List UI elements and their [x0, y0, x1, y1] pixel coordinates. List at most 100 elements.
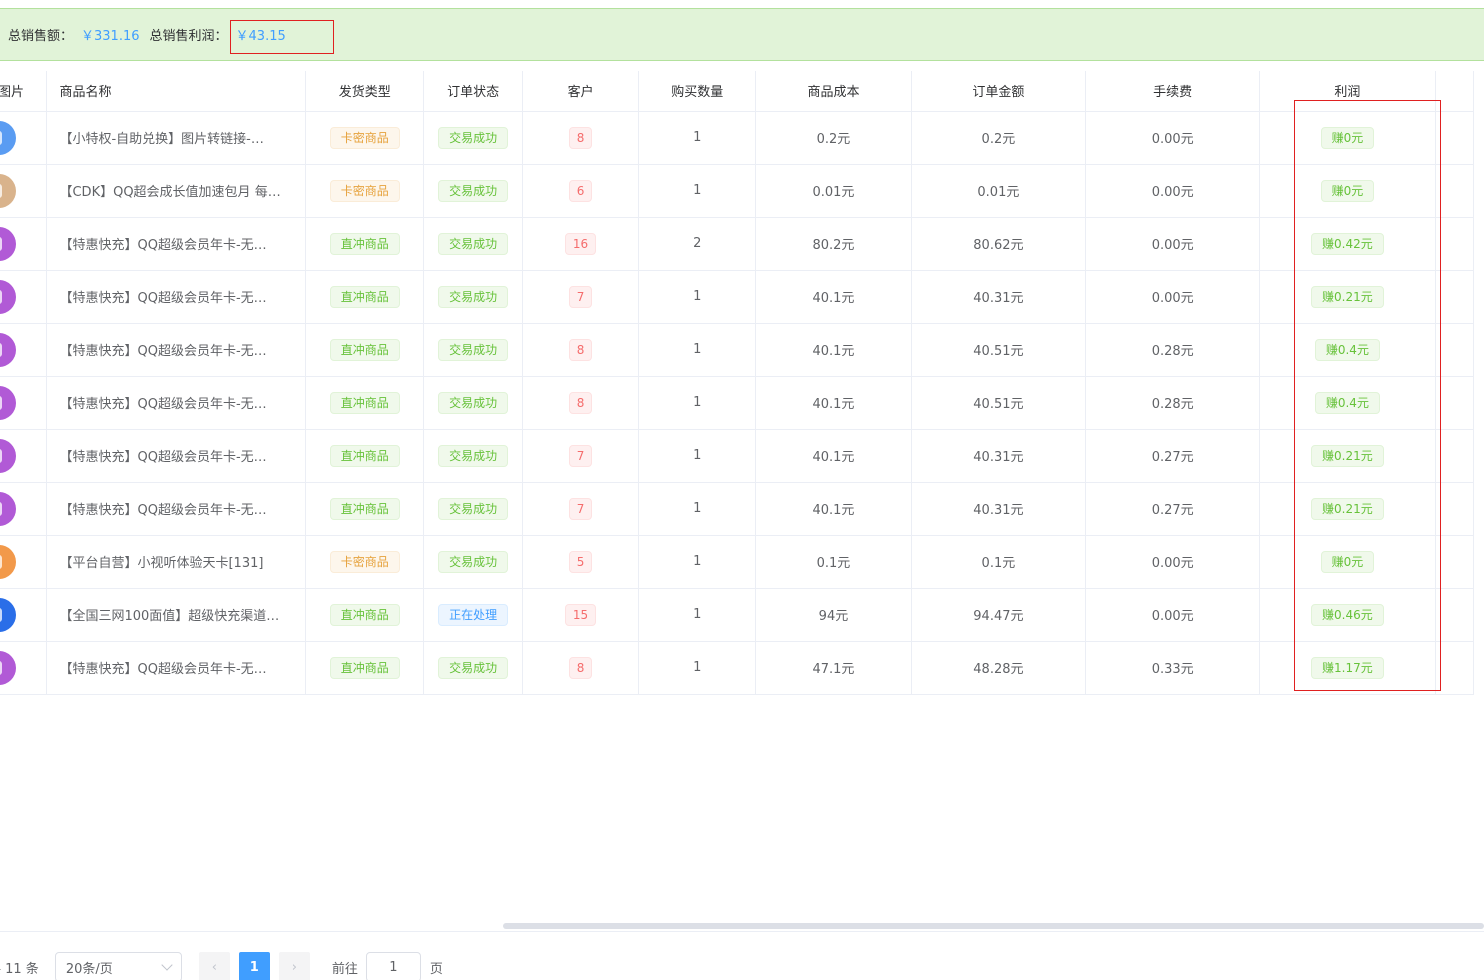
order-status-cell: 交易成功 — [423, 482, 523, 536]
order-amount-cell: 94.47元 — [911, 588, 1087, 642]
total-profit-value: ￥43.15 — [235, 29, 286, 44]
page-number-current[interactable]: 1 — [238, 952, 270, 980]
customer-badge[interactable]: 8 — [568, 126, 593, 149]
fee-cell: 0.33元 — [1085, 641, 1261, 695]
goto-page-input[interactable] — [365, 952, 421, 980]
customer-cell: 16 — [522, 217, 640, 271]
order-status-tag: 交易成功 — [438, 285, 509, 308]
order-status-tag: 交易成功 — [438, 550, 509, 573]
product-thumbnail-icon[interactable] — [0, 597, 16, 632]
profit-cell: 赚0.21元 — [1259, 270, 1436, 324]
customer-badge[interactable]: 6 — [568, 179, 593, 202]
product-name[interactable]: 【特惠快充】QQ超级会员年卡-无… — [46, 217, 307, 271]
col-header-image: 图片 — [0, 71, 48, 112]
customer-badge[interactable]: 8 — [568, 656, 593, 679]
customer-badge[interactable]: 7 — [568, 497, 593, 520]
order-amount-cell: 40.31元 — [911, 482, 1087, 536]
customer-badge[interactable]: 8 — [568, 391, 593, 414]
customer-badge[interactable]: 7 — [568, 444, 593, 467]
quantity-cell: 1 — [638, 588, 757, 642]
cost-cell: 40.1元 — [755, 429, 912, 483]
order-status-cell: 交易成功 — [423, 217, 523, 271]
product-thumbnail-icon[interactable] — [0, 650, 16, 685]
quantity-cell: 1 — [638, 270, 757, 324]
customer-badge[interactable]: 7 — [568, 285, 593, 308]
product-name[interactable]: 【平台自营】小视听体验天卡[131] — [46, 535, 307, 589]
quantity-cell: 1 — [638, 111, 757, 165]
profit-tag: 赚0.42元 — [1311, 232, 1384, 255]
product-name[interactable]: 【特惠快充】QQ超级会员年卡-无… — [46, 270, 307, 324]
product-thumbnail-icon[interactable] — [0, 120, 16, 155]
product-name[interactable]: 【特惠快充】QQ超级会员年卡-无… — [46, 429, 307, 483]
product-thumbnail-icon[interactable] — [0, 173, 16, 208]
next-page-button[interactable]: › — [278, 952, 310, 980]
order-amount-cell: 0.01元 — [911, 164, 1087, 218]
profit-tag: 赚0.21元 — [1311, 444, 1384, 467]
ship-type-tag: 直冲商品 — [329, 285, 400, 308]
product-thumbnail-icon[interactable] — [0, 279, 16, 314]
table-row: 【特惠快充】QQ超级会员年卡-无… 直冲商品 交易成功 7 1 40.1元 40.31元 0.… — [0, 482, 1475, 536]
order-status-tag: 交易成功 — [438, 232, 509, 255]
cost-cell: 40.1元 — [755, 376, 912, 430]
fee-cell: 0.00元 — [1085, 164, 1261, 218]
fee-cell: 0.00元 — [1085, 111, 1261, 165]
order-status-cell: 交易成功 — [423, 641, 523, 695]
customer-badge[interactable]: 5 — [568, 550, 593, 573]
extra-cell — [1435, 588, 1475, 642]
ship-type-cell: 直冲商品 — [305, 641, 425, 695]
product-thumbnail-icon[interactable] — [0, 332, 16, 367]
product-image-cell — [0, 482, 48, 536]
product-thumbnail-icon[interactable] — [0, 544, 16, 579]
cost-cell: 40.1元 — [755, 482, 912, 536]
profit-cell: 赚0元 — [1259, 164, 1436, 218]
product-image-cell — [0, 535, 48, 589]
quantity-cell: 2 — [638, 217, 757, 271]
prev-page-button[interactable]: ‹ — [198, 952, 230, 980]
page-size-select[interactable]: 20条/页 — [54, 952, 182, 980]
product-name[interactable]: 【特惠快充】QQ超级会员年卡-无… — [46, 376, 307, 430]
product-thumbnail-icon[interactable] — [0, 438, 16, 473]
order-status-cell: 正在处理 — [423, 588, 523, 642]
product-thumbnail-icon[interactable] — [0, 226, 16, 261]
product-name[interactable]: 【CDK】QQ超会成长值加速包月 每… — [46, 164, 307, 218]
goto-label: 前往 — [331, 961, 358, 977]
ship-type-tag: 直冲商品 — [329, 603, 400, 626]
customer-badge[interactable]: 8 — [568, 338, 593, 361]
product-image-cell — [0, 376, 48, 430]
product-thumbnail-icon[interactable] — [0, 385, 16, 420]
product-name[interactable]: 【特惠快充】QQ超级会员年卡-无… — [46, 323, 307, 377]
table-row: 【特惠快充】QQ超级会员年卡-无… 直冲商品 交易成功 8 1 47.1元 48.28元 0.… — [0, 641, 1475, 695]
ship-type-cell: 直冲商品 — [305, 323, 425, 377]
product-name[interactable]: 【特惠快充】QQ超级会员年卡-无… — [46, 641, 307, 695]
horizontal-scrollbar[interactable] — [503, 923, 1484, 929]
col-header-extra — [1435, 71, 1475, 112]
customer-badge[interactable]: 16 — [564, 232, 597, 255]
product-name[interactable]: 【全国三网100面值】超级快充渠道… — [46, 588, 307, 642]
fee-cell: 0.27元 — [1085, 482, 1261, 536]
extra-cell — [1435, 376, 1475, 430]
cost-cell: 0.1元 — [755, 535, 912, 589]
profit-cell: 赚0元 — [1259, 535, 1436, 589]
product-name[interactable]: 【小特权-自助兑换】图片转链接-… — [46, 111, 307, 165]
profit-tag: 赚1.17元 — [1311, 656, 1384, 679]
ship-type-cell: 直冲商品 — [305, 270, 425, 324]
fee-cell: 0.28元 — [1085, 376, 1261, 430]
ship-type-tag: 直冲商品 — [329, 338, 400, 361]
chevron-right-icon: › — [291, 959, 297, 975]
order-status-tag: 正在处理 — [438, 603, 509, 626]
fee-cell: 0.00元 — [1085, 270, 1261, 324]
table-row: 【小特权-自助兑换】图片转链接-… 卡密商品 交易成功 8 1 0.2元 0.2元 0.00元… — [0, 111, 1475, 165]
extra-cell — [1435, 429, 1475, 483]
cost-cell: 0.2元 — [755, 111, 912, 165]
cost-cell: 80.2元 — [755, 217, 912, 271]
customer-badge[interactable]: 15 — [564, 603, 597, 626]
product-name[interactable]: 【特惠快充】QQ超级会员年卡-无… — [46, 482, 307, 536]
total-sales-value: ￥331.16 — [81, 29, 140, 44]
order-status-tag: 交易成功 — [438, 497, 509, 520]
order-amount-cell: 80.62元 — [911, 217, 1087, 271]
profit-cell: 赚0.4元 — [1259, 323, 1436, 377]
product-thumbnail-icon[interactable] — [0, 491, 16, 526]
col-header-ship-type: 发货类型 — [305, 71, 425, 112]
profit-cell: 赚0.42元 — [1259, 217, 1436, 271]
col-header-customer: 客户 — [522, 71, 640, 112]
